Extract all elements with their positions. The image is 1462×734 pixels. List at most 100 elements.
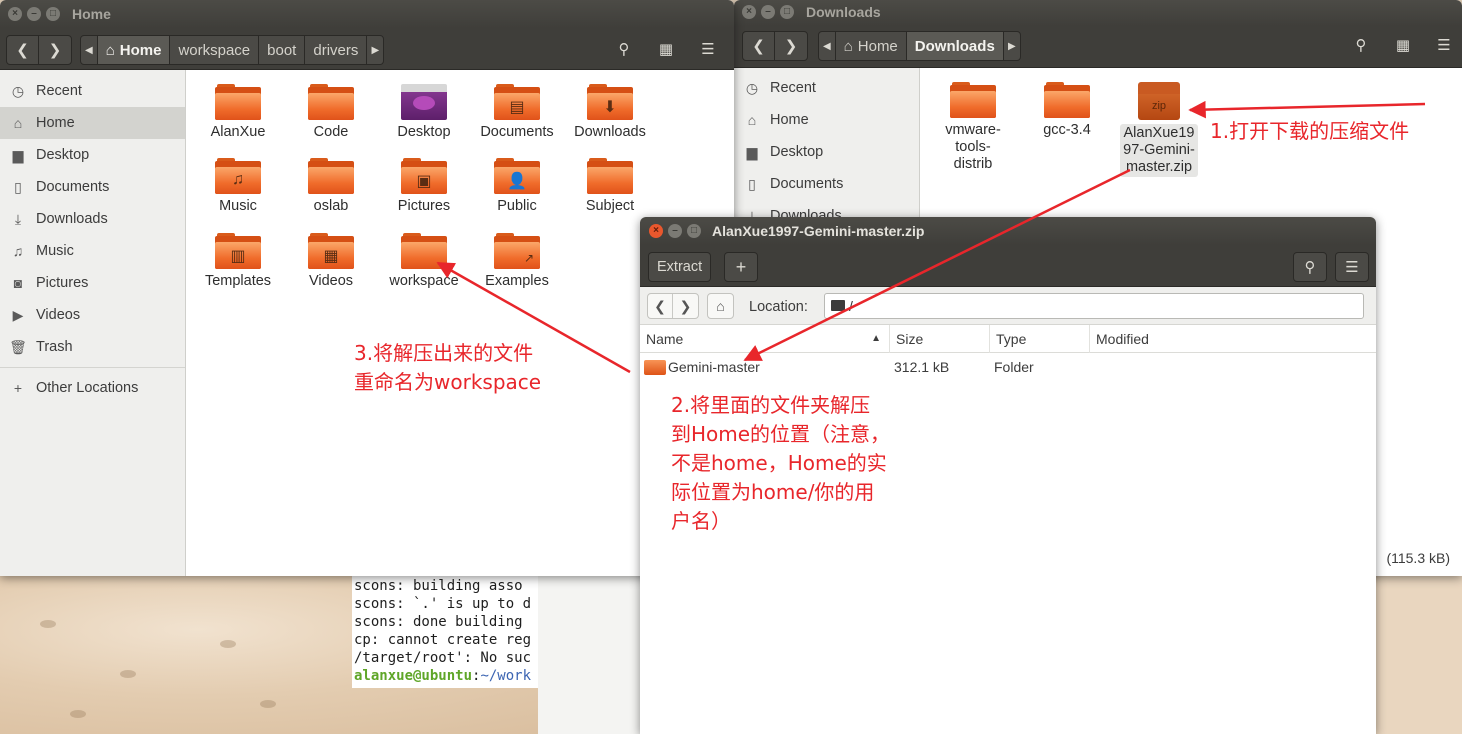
sand-mark (70, 710, 86, 718)
folder-item-public[interactable]: 👤 Public (470, 158, 564, 215)
folder-item-videos[interactable]: ▦ Videos (284, 233, 378, 290)
add-files-button[interactable]: + (724, 252, 758, 282)
item-label: Documents (480, 124, 554, 140)
folder-item-pictures[interactable]: ▣ Pictures (377, 158, 471, 215)
back-button[interactable]: ❮ (648, 294, 673, 318)
search-button[interactable]: ⚲ (1345, 31, 1377, 61)
sidebar-item-recent[interactable]: ◷ Recent (0, 75, 185, 107)
search-button[interactable]: ⚲ (608, 35, 640, 65)
forward-button[interactable]: ❯ (775, 32, 807, 60)
home-location-button[interactable]: ⌂ (707, 293, 734, 319)
terminal-output[interactable]: scons: building asso scons: `.' is up to … (352, 576, 538, 688)
sidebar-item-recent[interactable]: ◷ Recent (734, 72, 919, 104)
public-folder-icon: 👤 (494, 158, 540, 194)
menu-button[interactable]: ☰ (1428, 31, 1460, 61)
sidebar-item-music[interactable]: ♫ Music (0, 235, 185, 267)
folder-item-subject[interactable]: Subject (563, 158, 657, 215)
forward-button[interactable]: ❯ (39, 36, 71, 64)
home-window: × – □ Home ❮ ❯ ◀ ⌂ Home workspace boot dr… (0, 0, 734, 576)
sidebar-item-desktop[interactable]: ▆ Desktop (0, 139, 185, 171)
breadcrumb-left-arrow[interactable]: ◀ (81, 36, 98, 64)
column-modified[interactable]: Modified (1090, 325, 1376, 353)
music-folder-icon: ♫ (215, 158, 261, 194)
forward-button[interactable]: ❯ (673, 294, 698, 318)
sidebar-item-videos[interactable]: ▶ Videos (0, 299, 185, 331)
sidebar-item-documents[interactable]: ▯ Documents (0, 171, 185, 203)
hamburger-icon: ☰ (701, 41, 715, 58)
sidebar-item-trash[interactable]: 🗑 Trash (0, 331, 185, 363)
breadcrumb-drivers[interactable]: drivers (305, 36, 368, 64)
folder-item-templates[interactable]: ▥ Templates (191, 233, 285, 290)
download-arrow-icon: ⬇ (603, 99, 617, 116)
breadcrumb-home[interactable]: ⌂ Home (836, 32, 907, 60)
column-name[interactable]: Name ▲ (640, 325, 890, 353)
breadcrumb-workspace[interactable]: workspace (170, 36, 260, 64)
maximize-button[interactable]: □ (780, 5, 794, 19)
column-label: Size (896, 331, 924, 347)
prompt-user: alanxue@ubuntu (354, 668, 473, 684)
menu-button[interactable]: ☰ (692, 35, 724, 65)
minimize-button[interactable]: – (27, 7, 41, 21)
extract-button[interactable]: Extract (648, 252, 712, 282)
folder-item-downloads[interactable]: ⬇ Downloads (563, 84, 657, 141)
annotation-line: 际位置为home/你的用 (671, 480, 875, 504)
sidebar-item-documents[interactable]: ▯ Documents (734, 168, 919, 200)
breadcrumb-right-arrow[interactable]: ▶ (1004, 32, 1020, 60)
home-icon: ⌂ (105, 41, 115, 59)
status-size: (115.3 kB) (1386, 550, 1450, 566)
menu-button[interactable]: ☰ (1335, 252, 1369, 282)
folder-item-examples[interactable]: ↗ Examples (470, 233, 564, 290)
sidebar-item-label: Documents (770, 176, 844, 192)
sidebar-item-pictures[interactable]: ◙ Pictures (0, 267, 185, 299)
view-toggle-button[interactable]: ▦ (650, 35, 682, 65)
toolbar: ❮ ❯ ◀ ⌂ Home workspace boot drivers ▶ ⚲ ▦… (0, 28, 734, 70)
folder-item-vmware[interactable]: vmware-tools-distrib (926, 82, 1020, 173)
terminal-line: scons: done building (354, 614, 523, 630)
chevron-left-icon: ❮ (16, 42, 29, 59)
home-icon: ⌂ (843, 37, 853, 55)
minimize-button[interactable]: – (761, 5, 775, 19)
folder-item-workspace[interactable]: workspace (377, 233, 471, 290)
view-toggle-button[interactable]: ▦ (1387, 31, 1419, 61)
breadcrumb-boot[interactable]: boot (259, 36, 306, 64)
location-field[interactable]: / (824, 293, 1364, 319)
folder-item-alanxue[interactable]: AlanXue (191, 84, 285, 141)
breadcrumb-label: Home (857, 37, 898, 55)
sidebar-item-other-locations[interactable]: + Other Locations (0, 372, 185, 404)
sidebar-item-label: Downloads (36, 211, 108, 227)
sidebar-item-downloads[interactable]: ⤓ Downloads (0, 203, 185, 235)
chevron-left-icon: ❮ (752, 38, 765, 55)
breadcrumb-home[interactable]: ⌂ Home (97, 36, 171, 64)
breadcrumb-left-arrow[interactable]: ◀ (819, 32, 836, 60)
annotation-line: 2.将里面的文件夹解压 (671, 393, 871, 417)
sidebar-item-desktop[interactable]: ▆ Desktop (734, 136, 919, 168)
trash-icon: 🗑 (9, 338, 27, 355)
column-type[interactable]: Type (990, 325, 1090, 353)
sidebar-item-home[interactable]: ⌂ Home (734, 104, 919, 136)
column-size[interactable]: Size (890, 325, 990, 353)
maximize-button[interactable]: □ (46, 7, 60, 21)
sidebar-item-home[interactable]: ⌂ Home (0, 107, 185, 139)
item-label: Templates (204, 273, 272, 289)
maximize-button[interactable]: □ (687, 224, 701, 238)
folder-item-desktop[interactable]: Desktop (377, 84, 471, 141)
table-row[interactable]: Gemini-master 312.1 kB Folder (640, 354, 1376, 380)
folder-item-music[interactable]: ♫ Music (191, 158, 285, 215)
annotation-step-2: 2.将里面的文件夹解压 到Home的位置（注意， 不是home，Home的实 际… (671, 391, 890, 536)
breadcrumb-downloads[interactable]: Downloads (906, 32, 1004, 60)
zip-file-item[interactable]: zip AlanXue1997-Gemini-master.zip (1112, 82, 1206, 177)
back-button[interactable]: ❮ (743, 32, 775, 60)
search-button[interactable]: ⚲ (1293, 252, 1327, 282)
sidebar-item-label: Videos (36, 307, 81, 323)
folder-item-code[interactable]: Code (284, 84, 378, 141)
annotation-line: 不是home，Home的实 (671, 451, 887, 475)
close-button[interactable]: × (649, 224, 663, 238)
minimize-button[interactable]: – (668, 224, 682, 238)
folder-item-oslab[interactable]: oslab (284, 158, 378, 215)
folder-item-gcc[interactable]: gcc-3.4 (1020, 82, 1114, 139)
close-button[interactable]: × (742, 5, 756, 19)
breadcrumb-right-arrow[interactable]: ▶ (367, 36, 383, 64)
back-button[interactable]: ❮ (7, 36, 39, 64)
folder-item-documents[interactable]: ▤ Documents (470, 84, 564, 141)
close-button[interactable]: × (8, 7, 22, 21)
